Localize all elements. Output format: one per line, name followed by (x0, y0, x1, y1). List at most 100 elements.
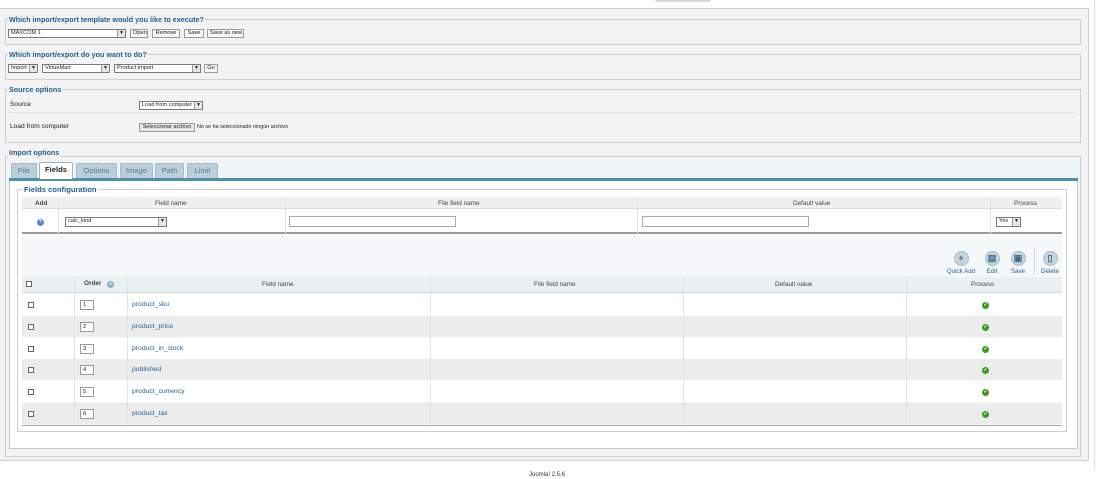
quick-add-label: Quick Add (946, 268, 976, 275)
add-header-default-value: Default value (793, 200, 831, 207)
row-checkbox[interactable] (28, 302, 34, 308)
plus-icon: + (953, 251, 969, 266)
col-divider (74, 277, 75, 425)
top-handle (655, 0, 711, 2)
fields-config-legend: Fields configuration (23, 185, 98, 194)
tab-path[interactable]: Path (155, 163, 184, 178)
tab-file[interactable]: File (11, 163, 37, 178)
quick-add-button[interactable]: + Quick Add (944, 251, 978, 275)
order-input[interactable]: 1 (80, 300, 94, 310)
divider (9, 112, 1077, 113)
order-input[interactable]: 3 (80, 344, 94, 354)
tab-image[interactable]: Image (120, 163, 153, 178)
add-field-icon[interactable]: + (37, 219, 44, 226)
chevron-down-icon: ▼ (101, 65, 109, 72)
col-divider (906, 277, 907, 425)
toolbar-save-button[interactable]: ▣ Save (1008, 251, 1028, 275)
process-check-icon[interactable]: ✓ (982, 389, 989, 396)
row-checkbox[interactable] (28, 411, 34, 417)
chevron-down-icon: ▼ (117, 30, 125, 37)
select-all-checkbox[interactable] (26, 281, 32, 287)
default-value-header: Default value (775, 281, 813, 288)
edit-label: Edit (986, 268, 998, 275)
template-select-value: MAXCOM 1 (11, 30, 41, 36)
chevron-down-icon: ▼ (192, 65, 200, 72)
file-field-name-header: File field name (534, 281, 576, 288)
row-checkbox[interactable] (28, 346, 34, 352)
add-field-select-value: calc_kind (68, 218, 92, 224)
go-button[interactable]: Go (204, 64, 218, 73)
add-header-file-field: File field name (438, 200, 480, 207)
add-row (22, 210, 1062, 234)
edit-icon: ▤ (984, 251, 1000, 266)
source-select-value: Load from computer (142, 102, 193, 108)
chevron-down-icon: ▼ (158, 218, 166, 226)
template-legend: Which import/export template would you l… (8, 15, 205, 24)
operation-select[interactable]: Product import ▼ (114, 64, 201, 73)
chevron-down-icon: ▼ (194, 102, 202, 109)
component-select-value: VirtueMart (45, 65, 71, 71)
source-label: Source (10, 101, 31, 108)
footer-text: Joomla! 2.5.6 (528, 472, 566, 478)
save-button[interactable]: Save (184, 29, 204, 38)
order-input[interactable]: 4 (80, 365, 94, 375)
page-border (1094, 0, 1095, 470)
sort-icon[interactable]: ≡ (107, 281, 114, 288)
import-options-legend: Import options (8, 148, 61, 157)
field-name-header: Field name (262, 281, 294, 288)
field-name-link[interactable]: product_price (132, 323, 173, 330)
field-name-link[interactable]: product_tax (132, 410, 168, 417)
choose-file-button[interactable]: Seleccionar archivo (139, 123, 195, 132)
open-button[interactable]: Open (130, 29, 148, 38)
add-process-select[interactable]: Yes ▼ (996, 217, 1021, 227)
add-process-select-value: Yes (999, 218, 1009, 224)
source-legend: Source options (8, 85, 63, 94)
toolbar-divider (1034, 248, 1035, 274)
order-input[interactable]: 6 (80, 409, 94, 419)
component-select[interactable]: VirtueMart ▼ (42, 64, 110, 73)
field-name-link[interactable]: published (132, 366, 161, 373)
tab-fields[interactable]: Fields (39, 162, 73, 179)
add-header-process: Process (1014, 200, 1038, 207)
order-input[interactable]: 2 (80, 322, 94, 332)
row-checkbox[interactable] (28, 367, 34, 373)
process-check-icon[interactable]: ✓ (982, 411, 989, 418)
field-name-link[interactable]: product_sku (132, 301, 169, 308)
col-divider (285, 197, 286, 234)
delete-button[interactable]: ▯ Delete (1038, 251, 1062, 275)
add-field-select[interactable]: calc_kind ▼ (65, 217, 167, 227)
template-select[interactable]: MAXCOM 1 ▼ (8, 29, 126, 38)
tab-limit[interactable]: Limit (187, 163, 218, 178)
field-name-link[interactable]: product_currency (132, 388, 185, 395)
add-header-field-name: Field name (155, 200, 187, 207)
operation-select-value: Product import (117, 65, 154, 71)
order-input[interactable]: 5 (80, 387, 94, 397)
action-select-value: Import (11, 65, 27, 71)
process-check-icon[interactable]: ✓ (982, 346, 989, 353)
row-checkbox[interactable] (28, 324, 34, 330)
add-file-field-input[interactable] (289, 216, 456, 227)
save-as-new-button[interactable]: Save as new (207, 29, 244, 38)
remove-button[interactable]: Remove (152, 29, 180, 38)
chevron-down-icon: ▼ (1012, 218, 1020, 226)
save-icon: ▣ (1010, 251, 1026, 266)
row-checkbox[interactable] (28, 389, 34, 395)
tab-options[interactable]: Options (76, 163, 117, 178)
process-header: Process (971, 281, 995, 288)
col-divider (430, 277, 431, 425)
process-check-icon[interactable]: ✓ (982, 302, 989, 309)
process-check-icon[interactable]: ✓ (982, 324, 989, 331)
edit-button[interactable]: ▤ Edit (982, 251, 1002, 275)
col-divider (58, 197, 59, 234)
action-select[interactable]: Import ▼ (8, 64, 38, 73)
process-check-icon[interactable]: ✓ (982, 367, 989, 374)
source-select[interactable]: Load from computer ▼ (139, 101, 203, 110)
chevron-down-icon: ▼ (29, 65, 37, 72)
field-name-link[interactable]: product_in_stock (132, 345, 183, 352)
col-divider (990, 197, 991, 234)
add-default-value-input[interactable] (642, 216, 809, 227)
order-header[interactable]: Order (84, 280, 101, 287)
file-label: Load from computer (10, 123, 70, 130)
delete-label: Delete (1041, 268, 1059, 275)
toolbar-save-label: Save (1010, 268, 1026, 275)
